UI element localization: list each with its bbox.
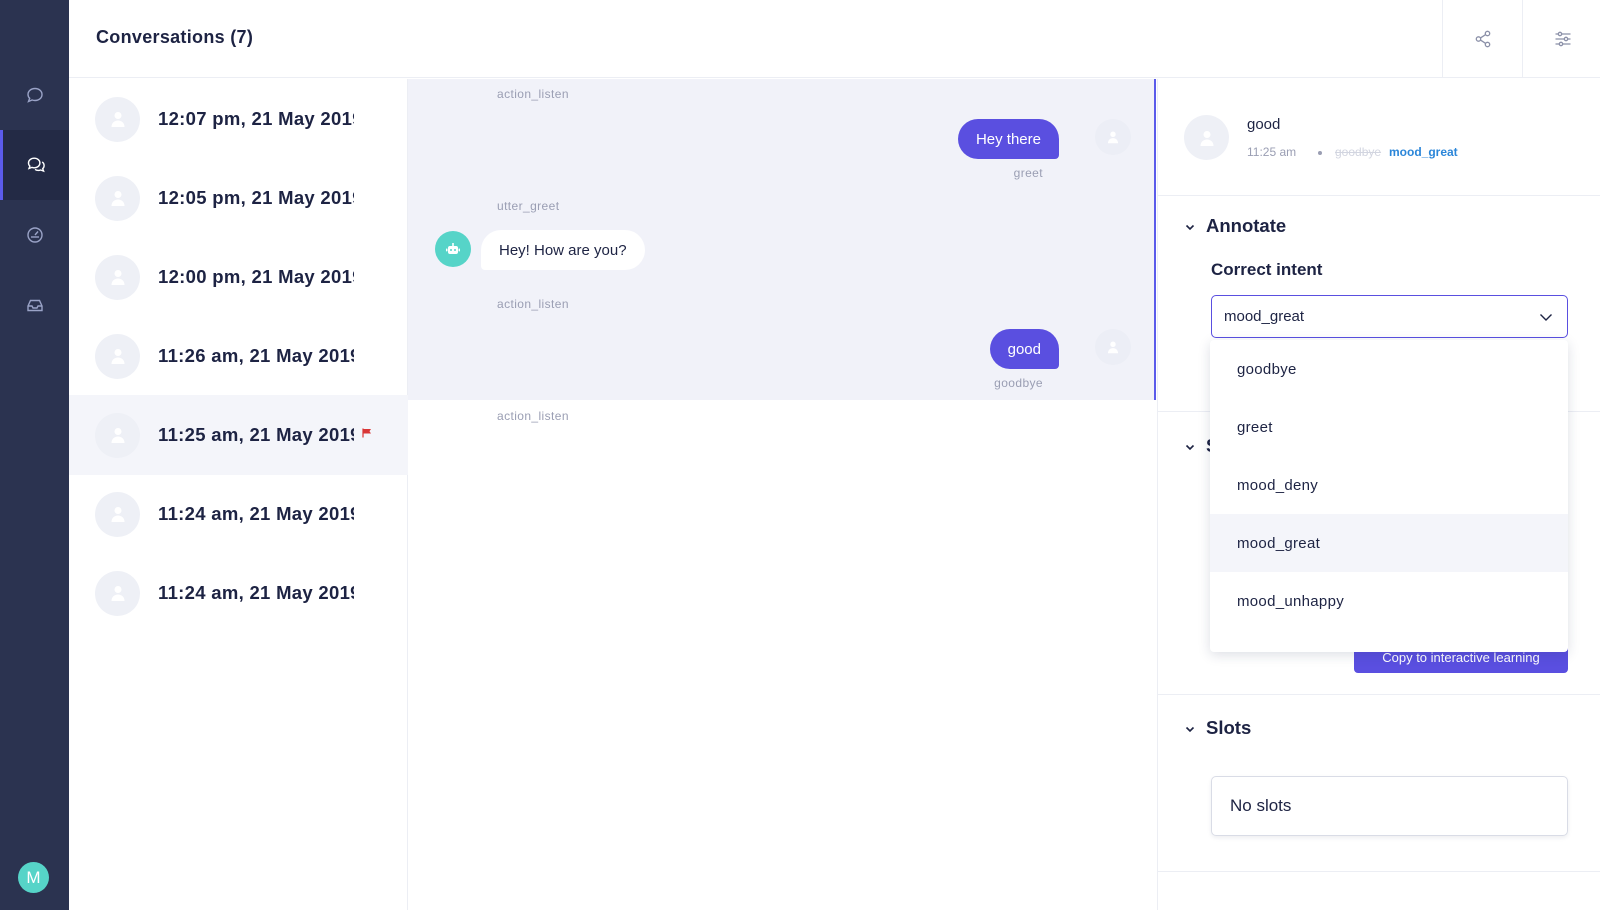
chevron-down-icon[interactable] [1184,441,1196,453]
dropdown-option[interactable]: mood_deny [1210,456,1568,514]
user-icon [111,428,124,443]
chat-bubble-icon [26,87,43,103]
divider [1158,871,1600,872]
conversation-item[interactable]: 12:05 pm, 21 May 2019 [69,158,408,238]
user-icon [111,586,124,601]
robot-icon [446,243,460,254]
user-icon [111,349,124,364]
avatar [95,254,140,300]
avatar [95,175,140,221]
conversation-item[interactable]: 11:26 am, 21 May 2019 [69,316,408,396]
conversation-time: 11:24 am, 21 May 2019 [158,503,354,524]
avatar [1095,119,1131,155]
dropdown-option[interactable]: goodbye [1210,340,1568,398]
message-header: good 11:25 am goodbye mood_great [1158,79,1600,196]
nav-chat[interactable] [0,60,69,130]
action-label: action_listen [497,87,569,101]
avatar [95,96,140,142]
conversation-time: 11:25 am, 21 May 2019 [158,424,354,445]
intent-label: greet [1013,166,1043,180]
user-message-bubble[interactable]: Hey there [957,119,1059,159]
message-time: 11:25 am [1247,145,1297,159]
conversation-list: 12:07 pm, 21 May 2019 12:05 pm, 21 May 2… [69,79,408,910]
dropdown-option[interactable]: greet [1210,398,1568,456]
avatar [1095,329,1131,365]
dropdown-option[interactable]: mood_unhappy [1210,572,1568,630]
share-icon [1475,30,1491,48]
flag-icon [362,428,371,438]
conversation-time: 12:07 pm, 21 May 2019 [158,108,354,129]
user-icon [111,191,124,206]
divider [1158,694,1600,695]
chevron-down-icon[interactable] [1184,221,1196,233]
conversation-item[interactable]: 11:24 am, 21 May 2019 [69,474,408,554]
nav-conversations[interactable] [0,130,69,200]
old-intent: goodbye [1335,145,1382,159]
conversation-time: 12:05 pm, 21 May 2019 [158,187,354,208]
share-button[interactable] [1442,0,1523,78]
user-icon [1107,341,1119,354]
conversation-item[interactable]: 12:00 pm, 21 May 2019 [69,237,408,317]
chevron-down-icon[interactable] [1184,723,1196,735]
action-label: utter_greet [497,199,560,213]
avatar [95,491,140,537]
gauge-icon [26,227,43,243]
annotate-section-title[interactable]: Annotate [1206,215,1286,237]
avatar [1184,115,1229,160]
user-message-bubble[interactable]: good [989,329,1059,369]
page-title: Conversations (7) [96,27,254,47]
nav-rail: M [0,0,69,910]
user-icon [111,507,124,522]
bot-avatar [435,231,471,267]
conversation-item-selected[interactable]: 11:25 am, 21 May 2019 [69,395,408,475]
chevron-down-icon [1540,314,1552,321]
filter-button[interactable] [1522,0,1600,78]
no-slots-text: No slots [1230,796,1292,815]
sliders-icon [1555,31,1571,47]
conversation-item[interactable]: 11:24 am, 21 May 2019 [69,553,408,633]
nav-inbox[interactable] [0,270,69,340]
inbox-icon [26,299,43,312]
conversations-icon [27,157,45,173]
intent-select[interactable]: mood_great [1211,295,1568,338]
action-label: action_listen [497,409,569,423]
chat-transcript: action_listen Hey there greet utter_gree… [408,79,1156,910]
correct-intent-label: Correct intent [1211,260,1323,279]
top-header: Conversations (7) [69,0,1600,78]
avatar [95,570,140,616]
user-avatar[interactable]: M [18,862,49,893]
intent-dropdown-menu: goodbye greet mood_deny mood_great mood_… [1210,340,1568,652]
bot-message-bubble[interactable]: Hey! How are you? [481,230,645,270]
dropdown-option-highlighted[interactable]: mood_great [1210,514,1568,572]
conversation-item[interactable]: 12:07 pm, 21 May 2019 [69,79,408,159]
user-icon [111,270,124,285]
new-intent: mood_great [1389,145,1458,159]
nav-dashboard[interactable] [0,200,69,270]
user-icon [111,112,124,127]
conversation-time: 12:00 pm, 21 May 2019 [158,266,354,287]
conversation-time: 11:24 am, 21 May 2019 [158,582,354,603]
avatar [95,412,140,458]
intent-select-value: mood_great [1224,308,1305,325]
message-text: good [1247,116,1281,133]
user-icon [1107,131,1119,144]
separator-dot [1318,151,1322,155]
conversation-time: 11:26 am, 21 May 2019 [158,345,354,366]
slots-box: No slots [1211,776,1568,836]
slots-section-title[interactable]: Slots [1206,717,1251,739]
intent-label: goodbye [994,376,1043,390]
action-label: action_listen [497,297,569,311]
avatar [95,333,140,379]
user-icon [1200,130,1213,146]
